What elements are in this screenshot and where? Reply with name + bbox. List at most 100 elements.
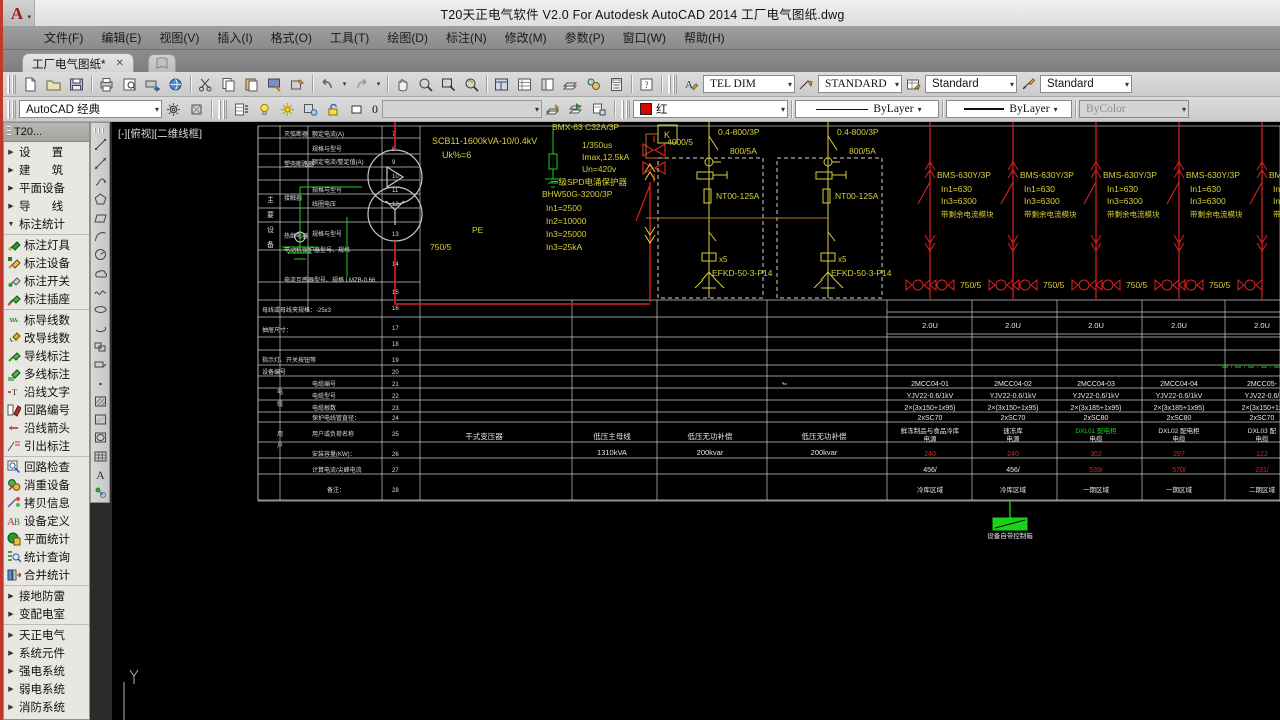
palette-item-text-along-line[interactable]: T 沿线文字 (4, 383, 89, 401)
polygon-tool-button[interactable] (91, 191, 109, 209)
properties-button[interactable] (490, 73, 513, 96)
palette-item-wires[interactable]: ▶ 导 线 (4, 197, 89, 215)
palette-item-fire-system[interactable]: ▶ 消防系统 (4, 698, 89, 716)
toolpalettes-button[interactable] (536, 73, 559, 96)
cut-button[interactable] (194, 73, 217, 96)
palette-item-arrow-along-line[interactable]: 沿线箭头 (4, 419, 89, 437)
menu-item-file[interactable]: 文件(F) (44, 29, 83, 46)
construction-line-tool-button[interactable] (91, 154, 109, 172)
workspace-lock-button[interactable] (185, 98, 208, 121)
text-style-combo[interactable]: TEL DIM ▾ (703, 75, 795, 93)
palette-item-label-socket[interactable]: 标注插座 (4, 290, 89, 308)
menu-item-dimension[interactable]: 标注(N) (446, 29, 487, 46)
palette-grip[interactable] (7, 126, 11, 138)
palette-item-schematic[interactable]: ▶原 理 图 (4, 716, 89, 719)
palette-item-grounding[interactable]: ▶ 接地防雷 (4, 587, 89, 605)
zoom-realtime-button[interactable] (414, 73, 437, 96)
mleader-style-combo[interactable]: Standard ▾ (1040, 75, 1132, 93)
gradient-tool-button[interactable] (91, 411, 109, 429)
menu-item-edit[interactable]: 编辑(E) (101, 29, 141, 46)
make-block-tool-button[interactable] (91, 356, 109, 374)
menu-item-format[interactable]: 格式(O) (271, 29, 312, 46)
palette-item-architecture[interactable]: ▶ 建 筑 (4, 161, 89, 179)
designcenter-button[interactable] (513, 73, 536, 96)
lineweight-combo[interactable]: ByLayer ▾ (946, 100, 1072, 118)
help-button[interactable]: ? (635, 73, 658, 96)
copy-button[interactable] (217, 73, 240, 96)
palette-item-label-lamp[interactable]: 标注灯具 (4, 236, 89, 254)
ellipse-arc-tool-button[interactable] (91, 319, 109, 337)
palette-item-tianzheng-electrical[interactable]: ▶ 天正电气 (4, 626, 89, 644)
palette-item-plan-devices[interactable]: ▶ 平面设备 (4, 179, 89, 197)
layers-toolbar-grip[interactable] (218, 99, 227, 119)
zoom-previous-button[interactable] (460, 73, 483, 96)
workspace-combo[interactable]: AutoCAD 经典 ▾ (19, 100, 162, 118)
dim-style-combo[interactable]: STANDARD ▾ (818, 75, 902, 93)
layer-properties-button[interactable] (230, 98, 253, 121)
workspace-toolbar-grip[interactable] (7, 99, 16, 119)
menu-item-window[interactable]: 窗口(W) (623, 29, 666, 46)
styles-toolbar-grip[interactable] (668, 74, 677, 94)
region-tool-button[interactable] (91, 429, 109, 447)
props-toolbar-grip[interactable] (621, 99, 630, 119)
menu-item-draw[interactable]: 绘图(D) (387, 29, 428, 46)
palette-header[interactable]: T20... (4, 123, 89, 142)
layer-combo[interactable]: ▾ (382, 100, 542, 118)
palette-item-system-components[interactable]: ▶ 系统元件 (4, 644, 89, 662)
undo-button[interactable] (316, 73, 339, 96)
palette-item-leader-label[interactable]: 引出标注 (4, 437, 89, 455)
publish-button[interactable] (141, 73, 164, 96)
application-menu-button[interactable]: A ▾ (0, 0, 35, 26)
insert-block-tool-button[interactable] (91, 337, 109, 355)
plot-preview-button[interactable] (118, 73, 141, 96)
palette-item-dedup-device[interactable]: 消重设备 (4, 476, 89, 494)
spline-tool-button[interactable] (91, 282, 109, 300)
save-button[interactable] (65, 73, 88, 96)
multiline-text-tool-button[interactable]: A (91, 465, 109, 483)
menu-item-insert[interactable]: 插入(I) (217, 29, 252, 46)
plot-button[interactable] (95, 73, 118, 96)
palette-item-multiline-label[interactable]: 多线标注 (4, 365, 89, 383)
redo-button[interactable] (350, 73, 373, 96)
palette-item-annotation-stats[interactable]: ▼ 标注统计 (4, 215, 89, 233)
palette-item-stats-query[interactable]: 统计查询 (4, 548, 89, 566)
circle-tool-button[interactable] (91, 246, 109, 264)
line-tool-button[interactable] (91, 136, 109, 154)
close-icon[interactable]: ✕ (115, 58, 123, 69)
palette-item-loop-check[interactable]: 回路检查 (4, 458, 89, 476)
workspace-settings-button[interactable] (162, 98, 185, 121)
ellipse-tool-button[interactable] (91, 301, 109, 319)
add-selected-tool-button[interactable] (91, 484, 109, 502)
layer-previous-button[interactable] (542, 98, 565, 121)
text-style-icon[interactable]: A (680, 73, 703, 96)
layer-match-button[interactable] (588, 98, 611, 121)
polyline-tool-button[interactable] (91, 172, 109, 190)
redo-dropdown[interactable]: ▾ (373, 73, 384, 96)
zoom-window-button[interactable] (437, 73, 460, 96)
point-tool-button[interactable] (91, 374, 109, 392)
table-style-combo[interactable]: Standard ▾ (925, 75, 1017, 93)
document-tab-active[interactable]: 工厂电气图纸* ✕ (22, 53, 134, 73)
menu-item-help[interactable]: 帮助(H) (684, 29, 725, 46)
menu-item-tools[interactable]: 工具(T) (330, 29, 369, 46)
mleader-style-icon[interactable] (1017, 73, 1040, 96)
color-combo[interactable]: 红 ▾ (633, 100, 788, 118)
palette-item-copy-info[interactable]: 拷贝信息 (4, 494, 89, 512)
layer-unlock-icon[interactable] (322, 98, 345, 121)
menu-item-modify[interactable]: 修改(M) (505, 29, 547, 46)
palette-item-weak-current-system[interactable]: ▶ 弱电系统 (4, 680, 89, 698)
markup-button[interactable] (582, 73, 605, 96)
palette-item-settings[interactable]: ▶ 设 置 (4, 143, 89, 161)
table-tool-button[interactable] (91, 447, 109, 465)
layer-vp-freeze-icon[interactable] (299, 98, 322, 121)
menu-item-view[interactable]: 视图(V) (159, 29, 199, 46)
current-layer-name[interactable]: 0 (368, 102, 382, 117)
drawing-canvas[interactable]: [-][俯视][二维线框] 主 要 设 备 灭弧断器 塑壳断路器 接触器 热继电… (112, 122, 1280, 720)
open-button[interactable] (42, 73, 65, 96)
palette-item-merge-stats[interactable]: 合并统计 (4, 566, 89, 584)
sheetset-button[interactable] (559, 73, 582, 96)
blockeditor-button[interactable] (286, 73, 309, 96)
hatch-tool-button[interactable] (91, 392, 109, 410)
arc-tool-button[interactable] (91, 227, 109, 245)
new-button[interactable] (19, 73, 42, 96)
